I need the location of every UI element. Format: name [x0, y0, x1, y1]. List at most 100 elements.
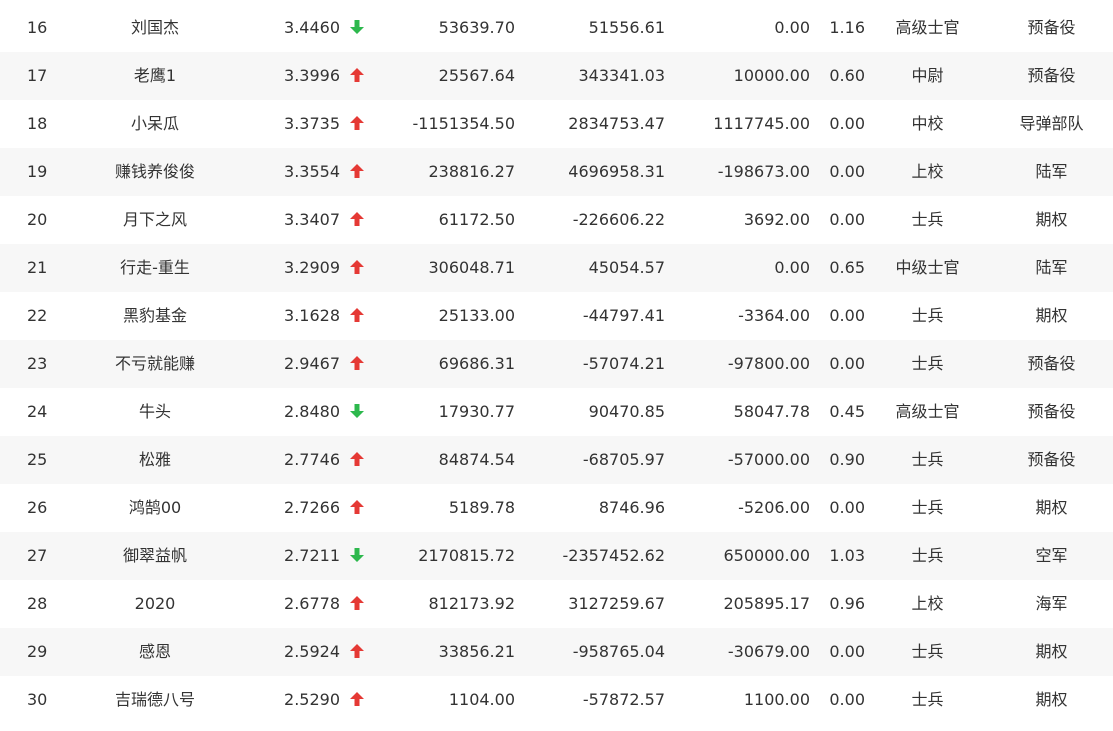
- value-cell-1: 69686.31: [438, 354, 515, 373]
- value-cell-2: 51556.61: [588, 18, 665, 37]
- category-cell: 期权: [1035, 210, 1068, 229]
- table-row[interactable]: 29 感恩 2.5924 33856.21 -958765.04 -30679.…: [0, 628, 1113, 676]
- value-cell-3: 0.00: [774, 18, 810, 37]
- table-row[interactable]: 23 不亏就能赚 2.9467 69686.31 -57074.21 -9780…: [0, 340, 1113, 388]
- name-cell[interactable]: 鸿鹄00: [75, 484, 235, 532]
- trend-cell: [340, 676, 385, 724]
- table-row[interactable]: 25 松雅 2.7746 84874.54 -68705.97 -57000.0…: [0, 436, 1113, 484]
- name-cell[interactable]: 松雅: [75, 436, 235, 484]
- leverage-cell: 0.00: [829, 642, 865, 661]
- value-cell-2: -2357452.62: [562, 546, 665, 565]
- table-row[interactable]: 16 刘国杰 3.4460 53639.70 51556.61 0.00 1.1…: [0, 4, 1113, 52]
- table-row[interactable]: 30 吉瑞德八号 2.5290 1104.00 -57872.57 1100.0…: [0, 676, 1113, 724]
- name-cell[interactable]: 老鹰1: [75, 52, 235, 100]
- leverage-cell: 0.00: [829, 162, 865, 181]
- value-cell-1: 306048.71: [428, 258, 515, 277]
- name-cell[interactable]: 御翠益帆: [75, 532, 235, 580]
- value-cell-3: 58047.78: [733, 402, 810, 421]
- table-row[interactable]: 20 月下之风 3.3407 61172.50 -226606.22 3692.…: [0, 196, 1113, 244]
- value-cell-3: -30679.00: [727, 642, 810, 661]
- value-cell-2: -57074.21: [582, 354, 665, 373]
- name-cell[interactable]: 牛头: [75, 388, 235, 436]
- rank-cell: 18: [27, 114, 48, 133]
- table-row[interactable]: 17 老鹰1 3.3996 25567.64 343341.03 10000.0…: [0, 52, 1113, 100]
- category-cell: 预备役: [1027, 450, 1076, 469]
- rank-cell: 29: [27, 642, 48, 661]
- category-cell: 预备役: [1027, 66, 1076, 85]
- category-cell: 导弹部队: [1019, 114, 1084, 133]
- rank-title-cell: 中级士官: [895, 258, 960, 277]
- category-cell: 陆军: [1035, 258, 1068, 277]
- table-row[interactable]: 28 2020 2.6778 812173.92 3127259.67 2058…: [0, 580, 1113, 628]
- value-cell-1: 2170815.72: [418, 546, 515, 565]
- rank-cell: 20: [27, 210, 48, 229]
- rank-cell: 19: [27, 162, 48, 181]
- value-cell-3: -198673.00: [717, 162, 810, 181]
- table-row[interactable]: 24 牛头 2.8480 17930.77 90470.85 58047.78 …: [0, 388, 1113, 436]
- rank-title-cell: 士兵: [911, 690, 944, 709]
- name-cell[interactable]: 黑豹基金: [75, 292, 235, 340]
- rank-cell: 27: [27, 546, 48, 565]
- trend-down-icon: [350, 403, 364, 418]
- value-cell-2: 343341.03: [578, 66, 665, 85]
- name-cell[interactable]: 小呆瓜: [75, 100, 235, 148]
- value-cell-2: 8746.96: [598, 498, 665, 517]
- ratio-cell: 3.1628: [284, 306, 340, 325]
- rank-title-cell: 士兵: [911, 354, 944, 373]
- leverage-cell: 1.03: [829, 546, 865, 565]
- trend-cell: [340, 100, 385, 148]
- name-cell[interactable]: 赚钱养俊俊: [75, 148, 235, 196]
- trend-up-icon: [350, 211, 364, 226]
- table-row[interactable]: 21 行走-重生 3.2909 306048.71 45054.57 0.00 …: [0, 244, 1113, 292]
- trend-cell: [340, 628, 385, 676]
- name-cell[interactable]: 不亏就能赚: [75, 340, 235, 388]
- name-cell[interactable]: 月下之风: [75, 196, 235, 244]
- rank-title-cell: 上校: [911, 594, 944, 613]
- table-row[interactable]: 18 小呆瓜 3.3735 -1151354.50 2834753.47 111…: [0, 100, 1113, 148]
- trend-up-icon: [350, 355, 364, 370]
- name-cell[interactable]: 刘国杰: [75, 4, 235, 52]
- trend-up-icon: [350, 595, 364, 610]
- value-cell-3: 1117745.00: [713, 114, 810, 133]
- name-cell[interactable]: 感恩: [75, 628, 235, 676]
- value-cell-2: 4696958.31: [568, 162, 665, 181]
- rank-title-cell: 高级士官: [895, 18, 960, 37]
- ratio-cell: 2.7211: [284, 546, 340, 565]
- category-cell: 期权: [1035, 306, 1068, 325]
- trend-down-icon: [350, 547, 364, 562]
- ratio-cell: 2.9467: [284, 354, 340, 373]
- table-row[interactable]: 27 御翠益帆 2.7211 2170815.72 -2357452.62 65…: [0, 532, 1113, 580]
- value-cell-3: -57000.00: [727, 450, 810, 469]
- rank-title-cell: 士兵: [911, 306, 944, 325]
- table-row[interactable]: 22 黑豹基金 3.1628 25133.00 -44797.41 -3364.…: [0, 292, 1113, 340]
- category-cell: 海军: [1035, 594, 1068, 613]
- value-cell-2: -68705.97: [582, 450, 665, 469]
- rank-title-cell: 士兵: [911, 546, 944, 565]
- rank-title-cell: 士兵: [911, 642, 944, 661]
- value-cell-1: 812173.92: [428, 594, 515, 613]
- value-cell-2: -226606.22: [572, 210, 665, 229]
- value-cell-3: -97800.00: [727, 354, 810, 373]
- value-cell-2: 45054.57: [588, 258, 665, 277]
- trend-down-icon: [350, 19, 364, 34]
- table-row[interactable]: 26 鸿鹄00 2.7266 5189.78 8746.96 -5206.00 …: [0, 484, 1113, 532]
- table-row[interactable]: 19 赚钱养俊俊 3.3554 238816.27 4696958.31 -19…: [0, 148, 1113, 196]
- value-cell-1: 25567.64: [438, 66, 515, 85]
- trend-cell: [340, 148, 385, 196]
- rank-cell: 17: [27, 66, 48, 85]
- value-cell-3: -5206.00: [738, 498, 810, 517]
- trend-cell: [340, 244, 385, 292]
- value-cell-3: 205895.17: [723, 594, 810, 613]
- name-cell[interactable]: 行走-重生: [75, 244, 235, 292]
- trend-cell: [340, 436, 385, 484]
- rank-title-cell: 中尉: [911, 66, 944, 85]
- name-cell[interactable]: 吉瑞德八号: [75, 676, 235, 724]
- ratio-cell: 2.7266: [284, 498, 340, 517]
- rank-cell: 16: [27, 18, 48, 37]
- trend-cell: [340, 580, 385, 628]
- trend-up-icon: [350, 691, 364, 706]
- category-cell: 陆军: [1035, 162, 1068, 181]
- category-cell: 预备役: [1027, 402, 1076, 421]
- value-cell-3: -3364.00: [738, 306, 810, 325]
- name-cell[interactable]: 2020: [75, 580, 235, 628]
